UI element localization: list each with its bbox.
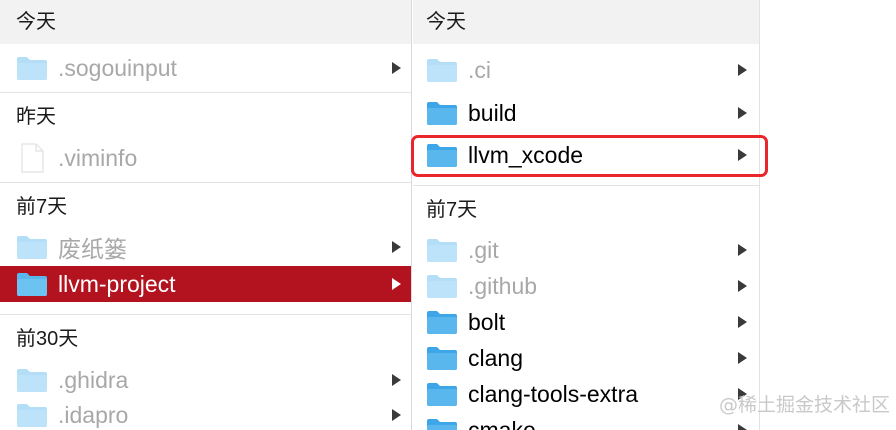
item-name: clang-tools-extra: [468, 380, 639, 407]
group-header-today: 今天: [0, 0, 411, 44]
chevron-right-icon: [727, 63, 757, 77]
chevron-right-icon: [727, 423, 757, 430]
list-item-trash[interactable]: 废纸篓: [0, 229, 411, 265]
item-name: .git: [468, 236, 499, 263]
group-header-past-30-days: 前30天: [0, 317, 411, 361]
list-item-bolt[interactable]: bolt: [413, 304, 759, 340]
item-name: .sogouinput: [58, 54, 177, 81]
chevron-right-icon: [727, 243, 757, 257]
folder-icon: [16, 234, 48, 260]
folder-icon: [426, 309, 458, 335]
chevron-right-icon: [727, 279, 757, 293]
item-name: .idapro: [58, 401, 129, 428]
list-item-idapro[interactable]: .idapro: [0, 397, 411, 430]
chevron-right-icon: [727, 351, 757, 365]
folder-icon: [16, 271, 48, 297]
chevron-right-icon: [381, 373, 411, 387]
item-name: build: [468, 99, 517, 126]
item-name: cmake: [468, 416, 536, 430]
folder-icon: [16, 367, 48, 393]
finder-column-3-empty[interactable]: [761, 0, 896, 430]
folder-icon: [426, 381, 458, 407]
finder-column-2[interactable]: 今天 .ci build llvm_xcode 前7天 .git .github…: [413, 0, 760, 430]
chevron-right-icon: [381, 408, 411, 422]
list-item-github[interactable]: .github: [413, 268, 759, 304]
folder-icon: [426, 417, 458, 430]
chevron-right-icon: [381, 277, 411, 291]
chevron-right-icon: [727, 148, 757, 162]
list-item-git[interactable]: .git: [413, 232, 759, 268]
chevron-right-icon: [381, 240, 411, 254]
item-name: llvm-project: [58, 270, 176, 297]
item-name: 废纸篓: [58, 236, 127, 262]
item-name: .ci: [468, 56, 491, 83]
item-name: clang: [468, 344, 523, 371]
folder-icon: [426, 100, 458, 126]
group-header-past-7-days: 前7天: [413, 188, 759, 232]
list-item-clang[interactable]: clang: [413, 340, 759, 376]
item-name: .viminfo: [58, 144, 138, 171]
folder-icon: [426, 273, 458, 299]
list-item-ghidra[interactable]: .ghidra: [0, 362, 411, 398]
watermark-text: @稀土掘金技术社区: [718, 394, 890, 416]
chevron-right-icon: [381, 61, 411, 75]
list-item-cmake[interactable]: cmake: [413, 412, 759, 430]
finder-column-1[interactable]: 今天 .sogouinput 昨天 .viminfo 前7天 废纸篓 llvm-…: [0, 0, 412, 430]
file-icon: [16, 143, 48, 173]
list-item-ci[interactable]: .ci: [413, 52, 759, 88]
group-header-past-7-days: 前7天: [0, 185, 411, 229]
chevron-right-icon: [727, 315, 757, 329]
folder-icon: [426, 142, 458, 168]
list-item-clang-tools-extra[interactable]: clang-tools-extra: [413, 376, 759, 412]
list-item-llvm-xcode[interactable]: llvm_xcode: [413, 137, 759, 173]
item-name: .ghidra: [58, 366, 129, 393]
item-name: .github: [468, 272, 538, 299]
item-name: bolt: [468, 308, 506, 335]
folder-icon: [426, 345, 458, 371]
list-item-llvm-project[interactable]: llvm-project: [0, 266, 411, 302]
list-item-viminfo[interactable]: .viminfo: [0, 140, 411, 176]
group-header-yesterday: 昨天: [0, 95, 411, 139]
folder-icon: [16, 55, 48, 81]
folder-icon: [426, 237, 458, 263]
list-item-build[interactable]: build: [413, 95, 759, 131]
folder-icon: [16, 402, 48, 428]
chevron-right-icon: [727, 106, 757, 120]
folder-icon: [426, 57, 458, 83]
item-name: llvm_xcode: [468, 141, 584, 168]
group-header-today: 今天: [413, 0, 759, 44]
list-item-sogouinput[interactable]: .sogouinput: [0, 50, 411, 86]
